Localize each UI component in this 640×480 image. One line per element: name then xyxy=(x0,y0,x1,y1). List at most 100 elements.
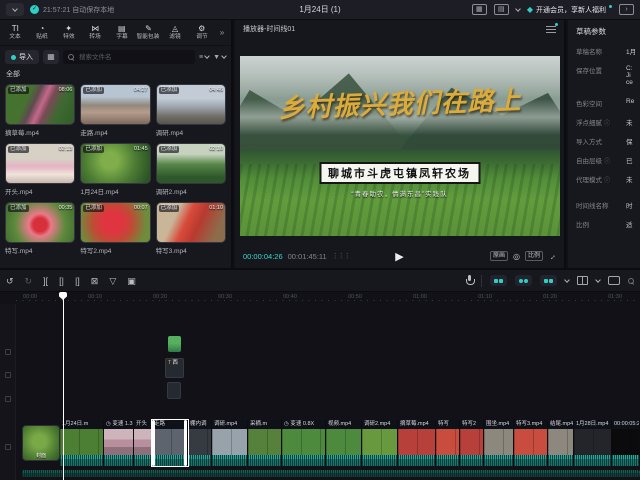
timeline-clip[interactable]: 00:00:05:24 xyxy=(612,420,640,466)
media-item[interactable]: 已添加04:27走路.mp4 xyxy=(80,84,150,137)
frame-grid-icon[interactable]: ⋮⋮⋮ xyxy=(332,252,350,260)
chevron-down-icon[interactable] xyxy=(595,277,601,283)
display-mode-caret-icon[interactable] xyxy=(515,6,521,12)
link-toggle[interactable] xyxy=(515,275,532,286)
timeline-clip[interactable]: 1月28日.mp4 xyxy=(574,420,612,466)
media-thumbnail[interactable]: 已添加01:45 xyxy=(80,143,150,184)
toolbar-item-sticker[interactable]: ◔贴纸 xyxy=(29,25,56,40)
timeline[interactable]: 00:0000:1000:2000:3000:4000:5001:0001:10… xyxy=(0,292,640,480)
timeline-clip[interactable]: 走路 xyxy=(152,420,188,466)
clip-waveform xyxy=(60,455,103,466)
media-thumbnail[interactable]: 已添加04:46 xyxy=(156,84,226,125)
timeline-clip[interactable]: 特写 xyxy=(436,420,460,466)
transitions-icon: ⋈ xyxy=(91,25,99,33)
qr-import-button[interactable]: ▦ xyxy=(43,50,59,64)
trim-right-icon[interactable]: |] xyxy=(75,275,80,287)
timeline-clip[interactable]: 1月24日.m xyxy=(60,420,104,466)
toolbar-item-filters[interactable]: ◬滤镜 xyxy=(162,25,189,40)
media-item[interactable]: 已添加01:451月24日.mp4 xyxy=(80,143,150,196)
timeline-clip[interactable]: 棚内调 xyxy=(188,420,212,466)
preview-axis-toggle[interactable] xyxy=(540,275,557,286)
sticker-clip[interactable] xyxy=(168,336,181,352)
timeline-clip[interactable]: 特写3.mp4 xyxy=(514,420,548,466)
undo-icon[interactable]: ↺ xyxy=(6,275,14,287)
filter-dropdown[interactable]: ▼ xyxy=(213,54,226,61)
mask-icon[interactable]: ▽ xyxy=(109,275,116,287)
timeline-ruler[interactable]: 00:0000:1000:2000:3000:4000:5001:0001:10… xyxy=(16,292,640,304)
timeline-clip[interactable]: 采摘.m xyxy=(248,420,282,466)
adjust-layout-icon[interactable] xyxy=(608,276,620,285)
toolbar-item-transitions[interactable]: ⋈转场 xyxy=(82,25,109,40)
toolbar-expand-icon[interactable]: » xyxy=(215,28,229,37)
media-item[interactable]: 已添加04:46调研.mp4 xyxy=(156,84,226,137)
ruler-time-label: 01:00 xyxy=(413,294,427,300)
info-icon[interactable]: ⓘ xyxy=(604,118,610,127)
ratio-chip[interactable]: 比例 xyxy=(525,251,543,261)
track-toggle-icon[interactable] xyxy=(5,372,11,378)
timeline-clip[interactable]: 调研2.mp4 xyxy=(362,420,398,466)
toolbar-item-smart-pack[interactable]: ✎智能包装 xyxy=(135,25,162,40)
crop-icon[interactable]: ▣ xyxy=(127,275,136,287)
playhead-line[interactable] xyxy=(63,292,64,480)
fullscreen-icon[interactable]: ↔ xyxy=(546,250,558,262)
display-mode-icon[interactable]: ▤ xyxy=(494,4,509,15)
quality-chip[interactable]: 原画 xyxy=(490,251,508,261)
media-thumbnail[interactable]: 已添加00:35 xyxy=(5,202,75,243)
track-toggle-icon[interactable] xyxy=(5,349,11,355)
timeline-clip[interactable]: 开头 xyxy=(134,420,152,466)
info-icon[interactable]: ⓘ xyxy=(604,156,610,165)
search-box[interactable] xyxy=(63,50,195,64)
media-item[interactable]: 已添加00:07特写2.mp4 xyxy=(80,202,150,255)
sort-dropdown[interactable]: ≡ xyxy=(199,54,209,61)
chevron-down-icon[interactable] xyxy=(564,277,570,283)
timeline-clip[interactable]: ◷ 变速 0.8X xyxy=(282,420,326,466)
shortcut-keys-icon[interactable]: ▦ xyxy=(472,4,487,15)
timeline-clip[interactable]: 摘草莓.mp4 xyxy=(398,420,436,466)
timeline-zoom-out-icon[interactable] xyxy=(628,278,634,284)
toolbar-item-text[interactable]: TI文本 xyxy=(2,25,29,40)
timeline-clip[interactable]: 围坐.mp4 xyxy=(484,420,514,466)
media-item[interactable]: 已添加00:35特写.mp4 xyxy=(5,202,75,255)
redo-icon[interactable]: ↻ xyxy=(25,275,33,287)
focus-icon[interactable]: ◎ xyxy=(513,252,520,261)
snap-toggle[interactable] xyxy=(490,275,507,286)
record-audio-icon[interactable] xyxy=(466,275,473,287)
trim-left-icon[interactable]: [| xyxy=(59,275,64,287)
timeline-clip[interactable]: 结尾.mp4 xyxy=(548,420,574,466)
audio-track[interactable] xyxy=(22,470,640,477)
toolbar-item-effects[interactable]: ✦特效 xyxy=(55,25,82,40)
toolbar-item-adjust[interactable]: ⚙调节 xyxy=(188,25,215,40)
search-input[interactable] xyxy=(77,53,190,62)
timeline-clip[interactable]: ◷ 变速 1.3 xyxy=(104,420,134,466)
media-item[interactable]: 已添加02:10调研2.mp4 xyxy=(156,143,226,196)
media-item[interactable]: 已添加01:10特写3.mp4 xyxy=(156,202,226,255)
preview-menu-icon[interactable] xyxy=(546,26,556,33)
timeline-clip[interactable]: 调研.mp4 xyxy=(212,420,248,466)
play-button[interactable]: ▶ xyxy=(395,250,403,263)
track-toggle-icon[interactable] xyxy=(5,396,11,402)
menu-button[interactable] xyxy=(6,3,24,16)
media-thumbnail[interactable]: 已添加04:27 xyxy=(80,84,150,125)
video-frame[interactable]: 乡村振兴我们在路上 聊城市斗虎屯镇凤轩农场 “青春助农，情满东昌”实践队 xyxy=(240,56,560,236)
media-thumbnail[interactable]: 已添加01:10 xyxy=(156,202,226,243)
delete-icon[interactable]: ⊠ xyxy=(91,275,99,287)
media-thumbnail[interactable]: 已添加08:06 xyxy=(5,84,75,125)
media-thumbnail[interactable]: 已添加02:10 xyxy=(156,143,226,184)
split-icon[interactable]: ][ xyxy=(43,275,48,287)
text-clip[interactable]: T西 xyxy=(165,358,184,378)
duration-label: 04:46 xyxy=(209,87,223,94)
media-thumbnail[interactable]: 已添加00:07 xyxy=(80,202,150,243)
timeline-clip[interactable]: 视频.mp4 xyxy=(326,420,362,466)
adjust-icon: ⚙ xyxy=(198,25,205,33)
import-button[interactable]: 导入 xyxy=(5,50,39,64)
media-thumbnail[interactable]: 已添加02:13 xyxy=(5,143,75,184)
text-clip[interactable] xyxy=(167,382,181,399)
track-layout-icon[interactable] xyxy=(577,276,588,285)
media-item[interactable]: 已添加02:13开头.mp4 xyxy=(5,143,75,196)
timeline-clip[interactable]: 特写2 xyxy=(460,420,484,466)
toolbar-item-captions[interactable]: ▤字幕 xyxy=(109,25,136,40)
info-icon[interactable]: ⓘ xyxy=(604,175,610,184)
export-icon[interactable]: › xyxy=(619,4,634,15)
media-item[interactable]: 已添加08:06摘草莓.mp4 xyxy=(5,84,75,137)
membership-button[interactable]: ◆ 开通会员，享新人福利 xyxy=(527,5,612,15)
